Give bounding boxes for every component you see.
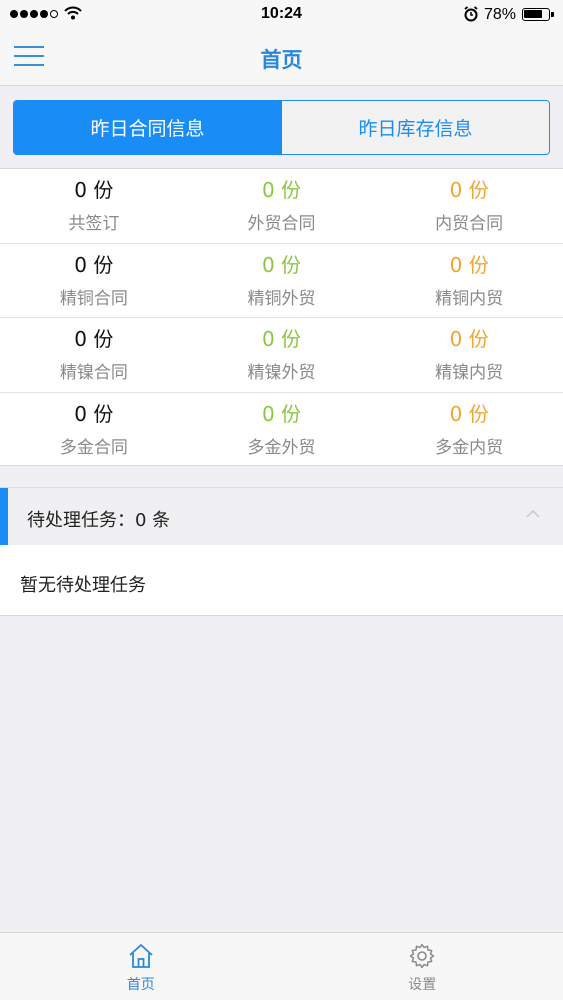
info-segmented-control: 昨日合同信息 昨日库存信息	[13, 100, 550, 155]
page-title: 首页	[260, 48, 303, 72]
battery-percent: 78%	[484, 6, 517, 23]
chevron-up-icon[interactable]	[526, 510, 540, 518]
stat-value: 0 份	[449, 178, 489, 203]
contract-stats-grid: 0 份 共签订 0 份 外贸合同 0 份 内贸合同 0 份 精铜合同 0 份 精…	[0, 168, 563, 466]
stats-row: 0 份 共签订 0 份 外贸合同 0 份 内贸合同	[0, 169, 563, 244]
stats-row: 0 份 多金合同 0 份 多金外贸 0 份 多金内贸	[0, 393, 563, 468]
pending-tasks-title: 待处理任务：0 条	[27, 510, 171, 531]
stat-label: 外贸合同	[247, 214, 316, 235]
stat-cell[interactable]: 0 份 精镍内贸	[375, 318, 563, 392]
bottom-tab-bar: 首页 设置	[0, 932, 563, 1000]
stat-value: 0 份	[449, 252, 489, 277]
stat-value: 0 份	[74, 327, 114, 352]
stat-cell[interactable]: 0 份 精镍合同	[0, 318, 188, 392]
stat-label: 共签订	[68, 214, 120, 235]
alarm-icon	[464, 6, 478, 22]
stat-cell[interactable]: 0 份 多金合同	[0, 393, 188, 468]
stats-row: 0 份 精镍合同 0 份 精镍外贸 0 份 精镍内贸	[0, 318, 563, 393]
stat-value: 0 份	[261, 402, 302, 427]
stat-label: 精镍合同	[59, 363, 128, 384]
tab-home[interactable]: 首页	[0, 933, 282, 1000]
stat-label: 多金外贸	[247, 438, 316, 459]
pending-tasks-header[interactable]: 待处理任务：0 条	[0, 487, 563, 546]
stat-cell[interactable]: 0 份 内贸合同	[375, 169, 563, 243]
stat-label: 多金内贸	[435, 438, 504, 459]
stat-cell[interactable]: 0 份 外贸合同	[188, 169, 376, 243]
battery-icon	[522, 8, 554, 21]
stat-value: 0 份	[261, 252, 302, 277]
stat-cell[interactable]: 0 份 精铜合同	[0, 244, 188, 318]
tab-yesterday-contracts[interactable]: 昨日合同信息	[14, 101, 281, 154]
stat-value: 0 份	[74, 178, 114, 203]
home-icon	[129, 944, 153, 968]
tab-settings[interactable]: 设置	[282, 933, 563, 1000]
pending-tasks-body: 暂无待处理任务	[0, 545, 563, 616]
tab-label: 设置	[408, 977, 437, 993]
stats-row: 0 份 精铜合同 0 份 精铜外贸 0 份 精铜内贸	[0, 244, 563, 318]
tab-label: 首页	[126, 977, 155, 993]
app-screen: 10:24 78% 首页 昨日合同信息 昨日库存信息 0 份 共签订 0 份 外…	[0, 0, 563, 1000]
stat-label: 精镍内贸	[435, 363, 504, 384]
stat-cell[interactable]: 0 份 多金内贸	[375, 393, 563, 468]
stat-label: 精铜内贸	[435, 288, 504, 309]
tab-yesterday-inventory[interactable]: 昨日库存信息	[281, 101, 549, 154]
stat-label: 内贸合同	[435, 214, 504, 235]
empty-tasks-message: 暂无待处理任务	[20, 575, 146, 596]
stat-cell[interactable]: 0 份 多金外贸	[188, 393, 376, 468]
stat-value: 0 份	[74, 252, 114, 277]
stat-label: 多金合同	[59, 438, 128, 459]
stat-value: 0 份	[261, 178, 302, 203]
nav-bar: 首页	[0, 28, 563, 86]
stat-label: 精镍外贸	[247, 363, 316, 384]
stat-cell[interactable]: 0 份 共签订	[0, 169, 188, 243]
stat-value: 0 份	[449, 402, 489, 427]
stat-label: 精铜外贸	[247, 288, 316, 309]
gear-icon	[410, 943, 435, 969]
section-accent-bar	[0, 488, 8, 546]
stat-cell[interactable]: 0 份 精铜内贸	[375, 244, 563, 318]
stat-label: 精铜合同	[59, 288, 128, 309]
stat-value: 0 份	[449, 327, 489, 352]
status-bar: 10:24 78%	[0, 0, 563, 28]
stat-cell[interactable]: 0 份 精铜外贸	[188, 244, 376, 318]
stat-cell[interactable]: 0 份 精镍外贸	[188, 318, 376, 392]
stat-value: 0 份	[74, 402, 114, 427]
stat-value: 0 份	[261, 327, 302, 352]
